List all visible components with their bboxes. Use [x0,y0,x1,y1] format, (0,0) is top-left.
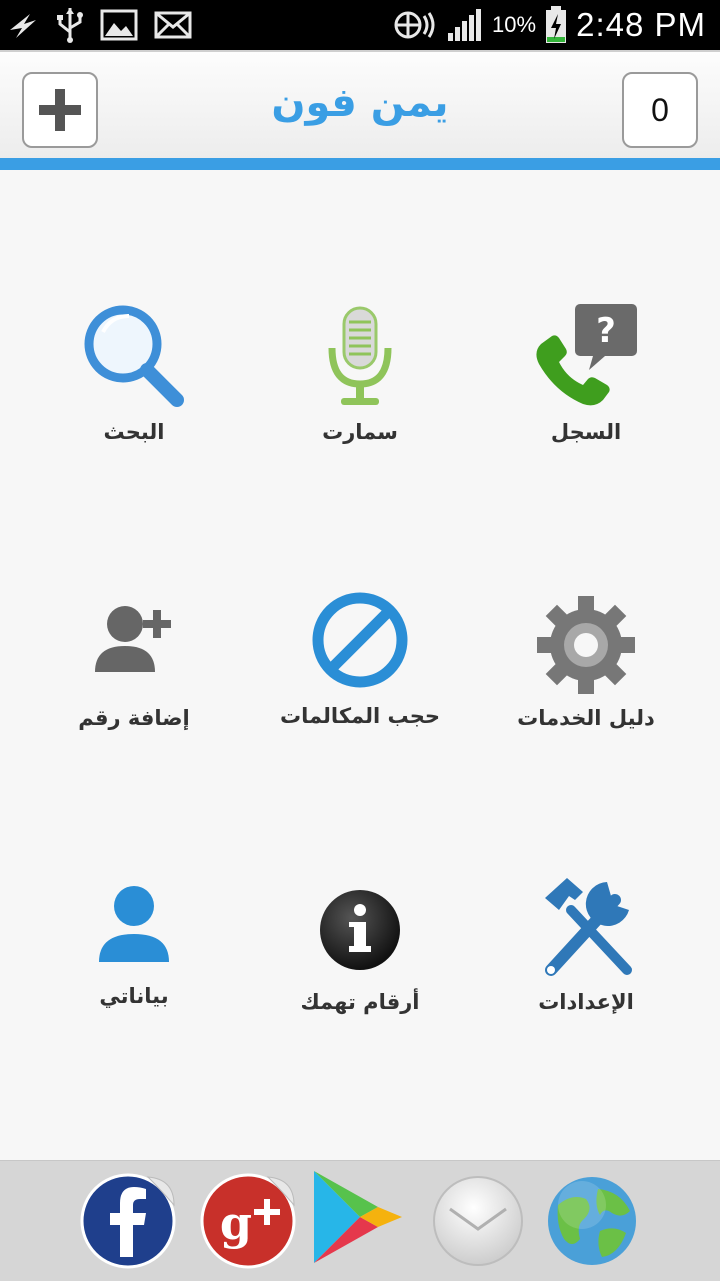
magnifier-icon [84,305,184,407]
status-bar: 10% 2:48 PM [0,0,720,50]
flash-notification-icon [10,14,36,38]
battery-percent: 10% [492,12,537,37]
menu-item-label: السجل [550,420,622,444]
system-icons: 10% 2:48 PM [392,0,706,50]
plus-icon [39,89,81,131]
menu-item-search[interactable]: البحث [24,300,244,500]
menu-item-add-number[interactable]: إضافة رقم [24,590,244,790]
menu-item-smart[interactable]: سمارت [250,300,470,500]
mail-icon[interactable] [428,1169,528,1269]
signal-icon [448,9,482,41]
header-accent-bar [0,158,720,170]
block-icon [312,592,408,688]
menu-item-my-data[interactable]: بياناتي [24,876,244,1076]
info-icon [320,890,400,970]
data-sync-icon [394,11,435,39]
menu-item-call-blocking[interactable]: حجب المكالمات [250,588,470,788]
svg-text:?: ? [596,311,616,351]
app-header: يمن فون 0 [0,50,720,161]
gear-icon [537,596,635,694]
svg-text:g: g [220,1196,252,1250]
add-user-icon [95,606,171,672]
globe-icon[interactable] [542,1169,642,1269]
clock: 2:48 PM [576,6,706,43]
menu-item-label: البحث [103,420,165,444]
google-plus-icon[interactable]: g [198,1169,298,1269]
microphone-icon [328,306,392,405]
facebook-icon[interactable] [78,1169,178,1269]
app-title: يمن فون [271,80,449,126]
battery-charging-icon [546,6,567,43]
menu-item-services-guide[interactable]: دليل الخدمات [476,590,696,790]
menu-item-useful-numbers[interactable]: أرقام تهمك [250,880,470,1080]
social-dock: g [0,1160,720,1281]
menu-item-label: سمارت [322,420,398,444]
email-notification-icon [154,11,192,39]
phone-question-icon: ? [536,304,637,406]
notification-icons [6,6,192,44]
counter-button[interactable]: 0 [622,72,698,148]
add-button[interactable] [22,72,98,148]
menu-item-log[interactable]: ? السجل [476,300,696,500]
menu-item-label: بياناتي [99,984,169,1008]
menu-item-label: الإعدادات [538,990,634,1014]
main-menu-grid: ? السجل سمارت البحث دليل الخدمات حجب الم… [0,170,720,1160]
usb-icon [57,8,83,43]
menu-item-label: حجب المكالمات [279,704,441,728]
user-icon [99,886,169,962]
menu-item-settings[interactable]: الإعدادات [476,870,696,1070]
menu-item-label: أرقام تهمك [300,990,420,1014]
tools-icon [545,878,632,976]
menu-item-label: دليل الخدمات [517,706,655,730]
gallery-icon [100,9,138,41]
play-store-icon[interactable] [308,1167,408,1267]
menu-item-label: إضافة رقم [78,706,190,730]
